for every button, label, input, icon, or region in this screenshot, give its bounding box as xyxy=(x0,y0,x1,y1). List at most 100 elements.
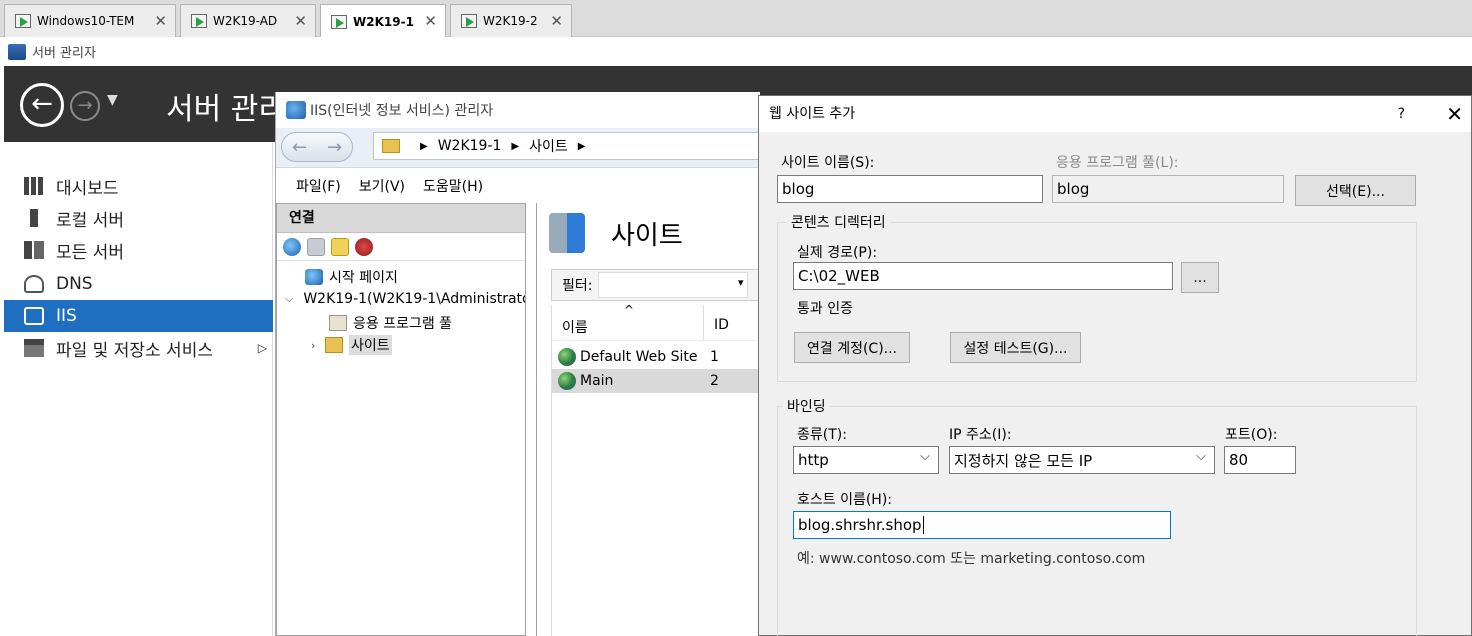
app-pool-label: 응용 프로그램 풀(L): xyxy=(1056,155,1179,171)
sidebar-item-all-servers[interactable]: 모든 서버 xyxy=(4,234,273,266)
vm-tab-w2k19-ad[interactable]: W2K19-AD ✕ xyxy=(180,4,316,37)
connections-header: 연결 xyxy=(277,203,525,233)
start-page-icon xyxy=(305,269,323,285)
vm-tab-w2k19-1[interactable]: W2K19-1 ✕ xyxy=(320,4,446,38)
sidebar-item-label: 파일 및 저장소 서비스 xyxy=(56,340,213,361)
chevron-down-icon[interactable]: ⌵ xyxy=(285,292,293,306)
forward-arrow-icon[interactable]: → xyxy=(327,137,342,158)
port-input[interactable]: 80 xyxy=(1224,446,1296,474)
sites-server-icon xyxy=(549,213,585,253)
tree-node-server[interactable]: ⌵ W2K19-1(W2K19-1\Administrator) xyxy=(285,291,525,307)
help-icon[interactable]: ? xyxy=(1398,96,1405,132)
window-title: 서버 관리자 xyxy=(32,46,96,61)
select-app-pool-button[interactable]: 선택(E)... xyxy=(1295,175,1416,206)
vm-tab-w2k19-2[interactable]: W2K19-2 ✕ xyxy=(450,4,572,37)
close-icon[interactable]: ✕ xyxy=(294,12,307,30)
tree-node-label: 시작 페이지 xyxy=(329,270,398,286)
close-icon[interactable]: ✕ xyxy=(424,12,437,30)
vm-icon xyxy=(15,14,31,28)
host-name-label: 호스트 이름(H): xyxy=(797,492,893,508)
filter-label: 필터: xyxy=(562,278,593,294)
sidebar-item-file-storage[interactable]: 파일 및 저장소 서비스 ▷ xyxy=(4,332,273,364)
test-settings-button[interactable]: 설정 테스트(G)... xyxy=(950,332,1081,363)
connect-as-button[interactable]: 연결 계정(C)... xyxy=(794,332,910,363)
dns-icon xyxy=(24,275,44,293)
close-icon[interactable]: ✕ xyxy=(550,12,563,30)
local-server-icon xyxy=(30,209,38,227)
ip-address-label: IP 주소(I): xyxy=(949,427,1012,443)
connections-panel: 연결 시작 페이지 ⌵ W2K19-1(W2K19-1\Administrato… xyxy=(276,203,526,636)
forward-arrow-icon[interactable]: → xyxy=(70,91,100,121)
browse-button[interactable]: ... xyxy=(1181,262,1219,293)
column-header-id[interactable]: ID xyxy=(704,305,729,340)
website-globe-icon xyxy=(558,348,576,366)
tree-node-sites[interactable]: › 사이트 xyxy=(311,335,392,355)
menu-file[interactable]: 파일(F) xyxy=(296,176,341,196)
menu-bar: 파일(F) 보기(V) 도움말(H) xyxy=(276,172,760,200)
filter-bar: 필터: xyxy=(551,269,761,301)
filter-input[interactable] xyxy=(598,272,749,298)
sidebar-item-local-server[interactable]: 로컬 서버 xyxy=(4,202,273,234)
menu-view[interactable]: 보기(V) xyxy=(359,176,405,196)
back-arrow-icon[interactable]: ← xyxy=(20,83,64,127)
host-name-example: 예: www.contoso.com 또는 marketing.contoso.… xyxy=(797,551,1146,567)
nav-buttons: ← → xyxy=(281,132,353,162)
chevron-down-icon[interactable]: ▼ xyxy=(107,92,118,108)
close-icon[interactable]: ✕ xyxy=(1446,96,1463,132)
up-folder-icon[interactable] xyxy=(331,237,349,256)
tree-node-app-pools[interactable]: 응용 프로그램 풀 xyxy=(329,313,452,333)
close-icon[interactable]: ✕ xyxy=(154,12,167,30)
type-dropdown[interactable]: http xyxy=(793,446,939,474)
table-row[interactable]: Main 2 xyxy=(552,369,761,393)
breadcrumb-separator-icon: ▶ xyxy=(420,140,428,152)
grid-header: 이름 ID ^ xyxy=(552,303,761,341)
ip-address-dropdown[interactable]: 지정하지 않은 모든 IP xyxy=(949,446,1215,474)
connections-toolbar xyxy=(277,233,525,261)
vm-tab-label: W2K19-AD xyxy=(213,14,278,28)
breadcrumb-separator-icon: ▶ xyxy=(577,140,586,152)
iis-icon xyxy=(24,307,44,325)
sidebar-item-dns[interactable]: DNS xyxy=(4,268,273,300)
save-icon[interactable] xyxy=(307,237,325,256)
sidebar-item-dashboard[interactable]: 대시보드 xyxy=(4,170,273,202)
table-row[interactable]: Default Web Site 1 xyxy=(552,345,761,369)
tree-node-start-page[interactable]: 시작 페이지 xyxy=(305,267,398,287)
host-name-input[interactable]: blog.shrshr.shop xyxy=(793,511,1171,539)
site-id: 1 xyxy=(710,349,719,365)
sidebar-item-label: IIS xyxy=(56,306,77,326)
app-pool-icon xyxy=(329,315,347,331)
site-id: 2 xyxy=(710,373,719,389)
vm-icon xyxy=(191,14,207,28)
vm-tab-label: Windows10-TEM xyxy=(37,14,135,28)
binding-label: 바인딩 xyxy=(783,396,830,416)
server-manager-sidebar: 대시보드 로컬 서버 모든 서버 DNS IIS 파일 및 저장소 서비스 ▷ xyxy=(4,142,273,636)
vm-icon xyxy=(331,14,347,29)
tree-node-label: W2K19-1(W2K19-1\Administrator) xyxy=(303,291,525,307)
connect-globe-icon[interactable] xyxy=(283,237,301,256)
sites-panel: 사이트 필터: 이름 ID ^ Default Web Site 1 Main … xyxy=(536,203,761,636)
sites-folder-icon xyxy=(325,337,343,353)
back-arrow-icon[interactable]: ← xyxy=(292,137,307,158)
sort-ascending-icon: ^ xyxy=(624,303,635,317)
folder-icon xyxy=(382,139,400,153)
sidebar-item-iis[interactable]: IIS xyxy=(4,300,273,332)
tree-node-label: 사이트 xyxy=(349,335,392,355)
vm-tab-windows10[interactable]: Windows10-TEM ✕ xyxy=(4,4,176,37)
site-name-input[interactable]: blog xyxy=(777,175,1043,203)
breadcrumb-item-sites[interactable]: 사이트 xyxy=(529,136,568,156)
breadcrumb-item-server[interactable]: W2K19-1 xyxy=(438,138,502,154)
file-storage-icon xyxy=(24,339,44,357)
menu-help[interactable]: 도움말(H) xyxy=(423,176,483,196)
chevron-right-icon[interactable]: › xyxy=(311,339,321,352)
sites-header: 사이트 xyxy=(549,213,683,253)
chevron-right-icon[interactable]: ▷ xyxy=(258,341,267,355)
sites-title: 사이트 xyxy=(611,220,683,251)
physical-path-input[interactable]: C:\02_WEB xyxy=(793,262,1173,290)
address-bar: ← → ▶ W2K19-1 ▶ 사이트 ▶ xyxy=(276,128,760,168)
server-manager-titlebar: 서버 관리자 xyxy=(0,37,1472,66)
website-globe-icon xyxy=(558,372,576,390)
breadcrumb[interactable]: ▶ W2K19-1 ▶ 사이트 ▶ xyxy=(373,132,760,160)
tree-node-label: 응용 프로그램 풀 xyxy=(353,316,453,332)
window-title: IIS(인터넷 정보 서비스) 관리자 xyxy=(310,103,494,119)
disconnect-icon[interactable] xyxy=(355,237,373,256)
